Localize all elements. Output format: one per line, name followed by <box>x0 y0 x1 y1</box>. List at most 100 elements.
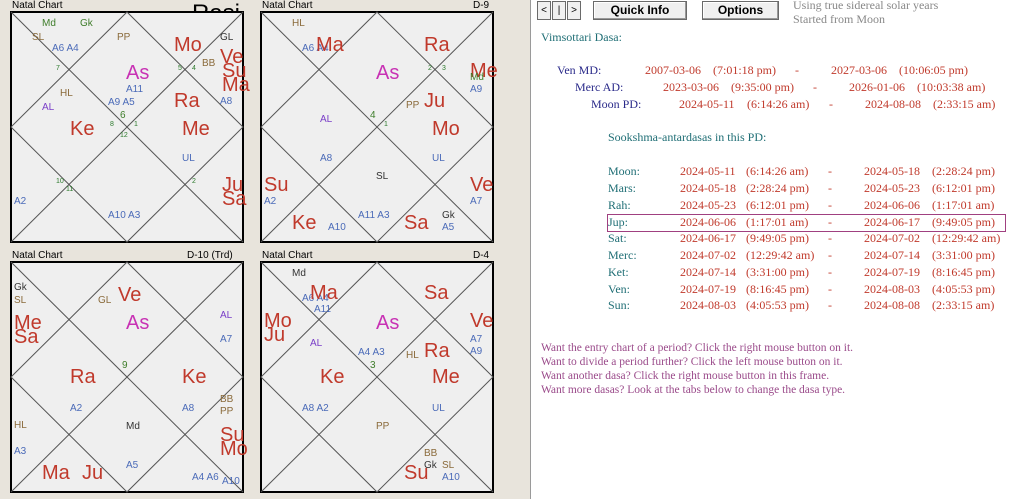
md-label: Ven MD: <box>557 63 602 77</box>
sl-label: SL <box>376 171 389 182</box>
hl-label: HL <box>14 420 27 431</box>
row-end: 2024-06-06 <box>864 197 920 212</box>
row-end-time: (2:28:24 pm) <box>932 164 995 178</box>
house-num: 10 <box>56 178 64 185</box>
ra-planet: Ra <box>424 340 450 362</box>
ad-row[interactable]: Merc AD: 2023-03-06 (9:35:00 pm) - 2026-… <box>575 80 985 96</box>
house-num: 9 <box>122 360 128 371</box>
d4-labels: Md A6 A4 Ma A11 Sa Mo Ju As Ve A7 A9 AL … <box>260 261 494 493</box>
bb-label: BB <box>424 448 438 459</box>
a2-label: A2 <box>70 403 83 414</box>
ad-end-time: (10:03:38 am) <box>917 80 986 94</box>
chart-subtitle: D-4 <box>473 250 490 261</box>
row-name: Sat: <box>608 231 627 246</box>
a4a6-label: A4 A6 <box>192 472 219 483</box>
sookshma-row[interactable]: Ket: 2024-07-14 (3:31:00 pm) - 2024-07-19 (8:… <box>608 265 1005 281</box>
note-started: Started from Moon <box>793 12 885 26</box>
row-name: Moon: <box>608 164 641 178</box>
a5-label: A5 <box>442 222 455 233</box>
house-num: 6 <box>120 110 126 121</box>
su-planet: Su <box>264 174 289 196</box>
al-label: AL <box>310 338 323 349</box>
d9-labels: HL A6 A4 Ma Ra Me Md A9 As PP Ju AL Mo A… <box>260 11 498 243</box>
sa-planet: Sa <box>222 188 247 210</box>
house-num: 2 <box>192 178 196 185</box>
a6a4-label: A6 A4 <box>52 43 79 54</box>
sookshma-row[interactable]: Sat: 2024-06-17 (9:49:05 pm) - 2024-07-02 (12… <box>608 231 1005 247</box>
house-num: 1 <box>134 121 138 128</box>
pd-end-time: (2:33:15 am) <box>933 97 996 111</box>
dash: - <box>828 197 832 212</box>
pd-start: 2024-05-11 <box>679 97 735 111</box>
row-start: 2024-05-11 <box>680 164 736 178</box>
sookshma-row[interactable]: Ven: 2024-07-19 (8:16:45 pm) - 2024-08-03 (4:… <box>608 282 1005 298</box>
row-name: Jup: <box>608 215 629 230</box>
ke-planet: Ke <box>320 366 345 388</box>
ul-label: UL <box>432 403 445 414</box>
dash: - <box>828 248 832 262</box>
row-start-time: (8:16:45 pm) <box>746 281 809 296</box>
house-num: 3 <box>442 65 446 72</box>
hl-label: HL <box>60 88 73 99</box>
dash: - <box>813 80 817 94</box>
hl-label: HL <box>406 350 419 361</box>
hl-label: HL <box>292 18 305 29</box>
options-button[interactable]: Options <box>702 1 779 20</box>
row-start: 2024-05-18 <box>680 180 736 195</box>
md-row[interactable]: Ven MD: 2007-03-06 (7:01:18 pm) - 2027-0… <box>557 63 968 79</box>
pipe-button[interactable]: | <box>552 1 566 20</box>
md-end: 2027-03-06 <box>831 63 887 77</box>
prev-button[interactable]: < <box>537 1 551 20</box>
pd-start-time: (6:14:26 am) <box>747 97 810 111</box>
d10-labels: Gk SL GL Ve Me Sa As AL A7 Ra Ke 9 A2 A8… <box>10 261 248 493</box>
a8-label: A8 <box>320 153 333 164</box>
dasa-panel[interactable]: < | > Quick Info Options Using true side… <box>530 0 1024 499</box>
sa-planet: Sa <box>14 326 39 348</box>
md-label: Md <box>126 421 140 432</box>
sookshma-row[interactable]: Merc: 2024-07-02 (12:29:42 am) - 2024-07-14 (… <box>608 248 1005 264</box>
pp-label: PP <box>376 421 390 432</box>
quick-info-button[interactable]: Quick Info <box>593 1 687 20</box>
row-end: 2024-07-02 <box>864 231 920 246</box>
md-label: Md <box>292 268 306 279</box>
ve-planet: Ve <box>470 174 494 196</box>
ke-planet: Ke <box>182 366 207 388</box>
row-end-time: (12:29:42 am) <box>932 231 1001 246</box>
sookshma-row[interactable]: Mars: 2024-05-18 (2:28:24 pm) - 2024-05-23 (6… <box>608 181 1005 197</box>
me-planet: Me <box>182 118 210 140</box>
ve-planet: Ve <box>470 310 494 332</box>
as-label: As <box>126 62 150 84</box>
chart-subtitle: D-9 <box>473 0 490 11</box>
al-label: AL <box>220 310 233 321</box>
md-start: 2007-03-06 <box>645 63 701 77</box>
house-num: 11 <box>66 186 74 193</box>
a2-label: A2 <box>14 196 27 207</box>
house-num: 4 <box>370 110 376 121</box>
row-start-time: (2:28:24 pm) <box>746 180 809 195</box>
row-end: 2024-07-14 <box>864 248 920 262</box>
gk-label: Gk <box>442 210 455 221</box>
sookshma-row[interactable]: Moon: 2024-05-11 (6:14:26 am) - 2024-05-18 (2… <box>608 164 1005 180</box>
row-end-time: (2:33:15 am) <box>932 298 995 313</box>
row-end-time: (9:49:05 pm) <box>932 215 995 230</box>
a11-label: A11 <box>126 84 144 95</box>
house-num: 2 <box>428 65 432 72</box>
a7-label: A7 <box>470 196 483 207</box>
sookshma-row[interactable]: Rah: 2024-05-23 (6:12:01 pm) - 2024-06-06 (1:… <box>608 198 1005 214</box>
ad-end: 2026-01-06 <box>849 80 905 94</box>
next-button[interactable]: > <box>567 1 581 20</box>
row-start-time: (6:12:01 pm) <box>746 197 809 212</box>
a5-label: A5 <box>126 460 139 471</box>
row-end-time: (8:16:45 pm) <box>932 264 995 279</box>
as-label: As <box>376 312 400 334</box>
pd-row[interactable]: Moon PD: 2024-05-11 (6:14:26 am) - 2024-… <box>591 97 995 113</box>
as-label: As <box>376 62 400 84</box>
ra-planet: Ra <box>70 366 96 388</box>
dash: - <box>828 231 832 246</box>
sookshma-row[interactable]: Sun: 2024-08-03 (4:05:53 pm) - 2024-08-08 (2:… <box>608 298 1005 314</box>
ra-planet: Ra <box>424 34 450 56</box>
bb-label: BB <box>202 58 216 69</box>
a9a5-label: A9 A5 <box>108 97 135 108</box>
a10a3-label: A10 A3 <box>108 210 141 221</box>
sookshma-row[interactable]: Jup: 2024-06-06 (1:17:01 am) - 2024-06-17 (9:… <box>607 214 1006 233</box>
